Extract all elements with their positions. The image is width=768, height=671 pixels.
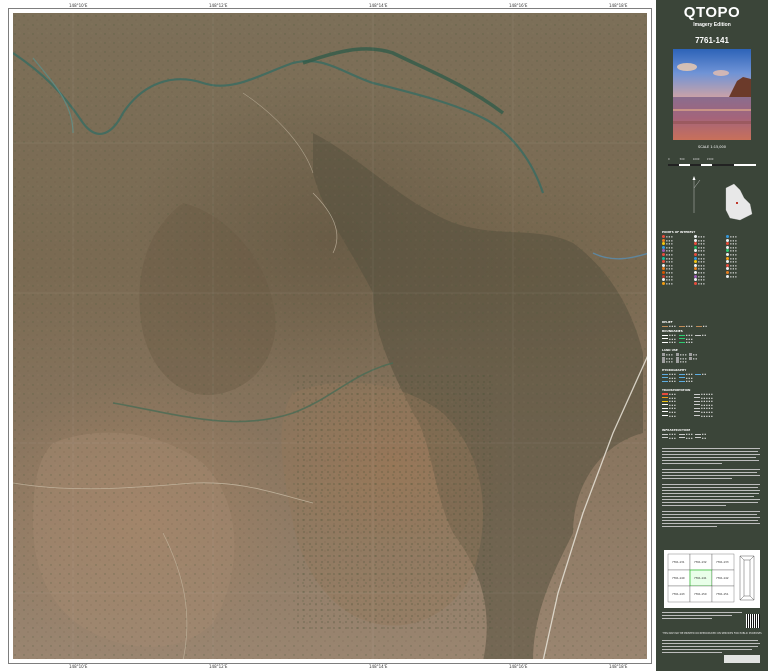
satellite-imagery[interactable]: [13, 13, 647, 659]
svg-text:7761-140: 7761-140: [672, 576, 685, 580]
imagery-notes: [662, 448, 762, 541]
svg-text:7761-151: 7761-151: [716, 592, 729, 596]
svg-text:7761-150: 7761-150: [694, 592, 707, 596]
map-bottom-tick: 148°10'E: [69, 664, 88, 669]
svg-text:7761-132: 7761-132: [694, 560, 707, 564]
map-features: [13, 13, 647, 659]
orientation-diagram: [670, 168, 756, 230]
map-frame: 148°10'E 148°12'E 148°14'E 148°16'E 148°…: [8, 3, 652, 669]
footer-text: [662, 612, 744, 625]
map-top-tick: 148°14'E: [369, 3, 388, 8]
legend-land-use: LAND USE ▪ ▪ ▪ ▪ ▪ ▪ ▪ ▪ ▪ ▪ ▪ ▪ ▪ ▪ ▪ ▪…: [662, 348, 698, 364]
legend-hydrography: HYDROGRAPHY ▪ ▪ ▪ ▪ ▪ ▪ ▪ ▪ ▪ ▪ ▪ ▪ ▪ ▪ …: [662, 368, 707, 384]
map-bottom-tick: 148°16'E: [509, 664, 528, 669]
map-top-tick: 148°12'E: [209, 3, 228, 8]
qr-code[interactable]: [746, 614, 760, 628]
svg-text:7761-143: 7761-143: [672, 592, 685, 596]
legend-relief: RELIEF ▪ ▪ ▪ ▪ ▪ ▪ ▪ ▪: [662, 320, 707, 328]
legend-transportation: TRANSPORTATION ▪ ▪ ▪ ▪ ▪ ▪ ▪ ▪ ▪ ▪ ▪ ▪ ▪…: [662, 388, 713, 418]
cover-photo: [673, 49, 751, 140]
map-sheet: 148°10'E 148°12'E 148°14'E 148°16'E 148°…: [0, 0, 768, 671]
map-bottom-tick: 148°18'E: [609, 664, 628, 669]
map-bottom-tick: 148°14'E: [369, 664, 388, 669]
map-top-tick: 148°18'E: [609, 3, 628, 8]
reproduction-note: THIS MAP MAY BE PRINTED OR REPRODUCED ON…: [662, 632, 762, 635]
svg-text:7761-141: 7761-141: [694, 576, 707, 580]
map-top-tick: 148°16'E: [509, 3, 528, 8]
sheet-index-map: 7761-131 7761-132 7761-133 7761-140 7761…: [664, 550, 760, 608]
svg-text:7761-131: 7761-131: [672, 560, 685, 564]
map-top-tick: 148°10'E: [69, 3, 88, 8]
edition-label: Imagery Edition: [693, 22, 731, 28]
brand-title: QTOPO: [683, 4, 741, 21]
svg-text:7761-133: 7761-133: [716, 560, 729, 564]
legend-points-of-interest: POINTS OF INTEREST ▪ ▪ ▪ ▪ ▪ ▪ ▪ ▪ ▪ ▪ ▪…: [662, 230, 737, 286]
scale-ticks: 0 500 1000 1500: [668, 158, 714, 161]
legend-boundaries: BOUNDARIES ▪ ▪ ▪ ▪ ▪ ▪ ▪ ▪ ▪ ▪ ▪ ▪ ▪ ▪ ▪…: [662, 329, 707, 345]
copyright-text: [662, 640, 760, 667]
svg-text:7761-142: 7761-142: [716, 576, 729, 580]
sheet-number: 7761-141: [695, 36, 729, 45]
legend-infrastructure: INFRASTRUCTURE ▪ ▪ ▪ ▪ ▪ ▪ ▪ ▪ ▪ ▪ ▪ ▪ ▪…: [662, 428, 707, 440]
scale-bar: [668, 153, 756, 166]
map-bottom-tick: 148°12'E: [209, 664, 228, 669]
legend-panel: QTOPO Imagery Edition 7761-141 SCALE 1:1…: [656, 0, 768, 671]
scale-label: SCALE 1:15,000: [698, 145, 726, 149]
